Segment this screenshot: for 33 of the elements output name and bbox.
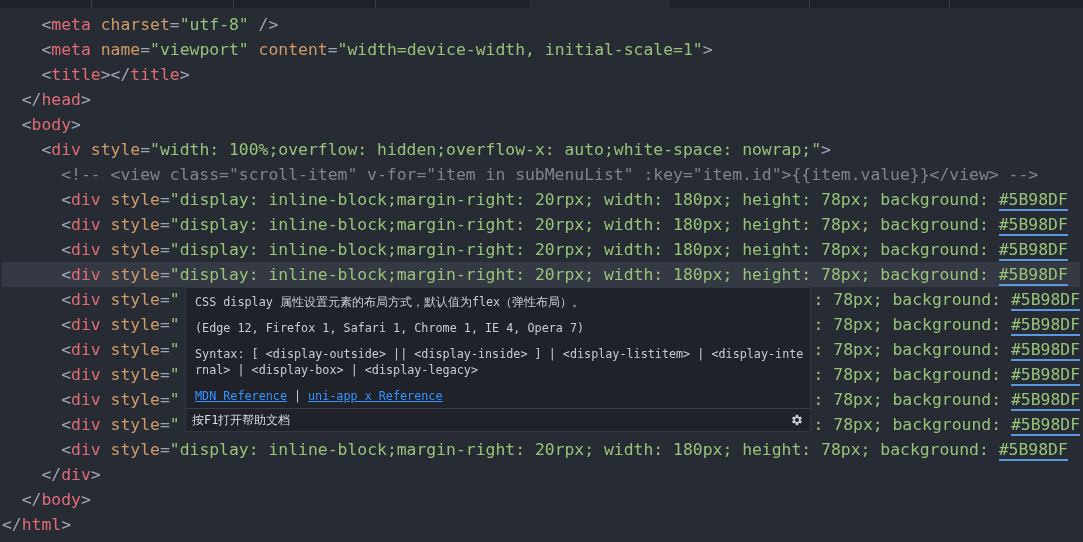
browser-compatibility: (Edge 12, Firefox 1, Safari 1, Chrome 1, IE 4, Opera 7) — [195, 320, 586, 336]
code-line: <div style="display: inline-block;margin-right: 20rpx; width: 180px; height: 78px; background: #5B98DF — [60, 439, 1068, 462]
code-fragment: : 78px; background: #5B98DF — [813, 389, 1080, 412]
code-line: </head> — [20, 89, 91, 111]
help-hint: 按F1打开帮助文档 — [192, 411, 291, 429]
tooltip-description: CSS display 属性设置元素的布局方式，默认值为flex（弹性布局）。 — [195, 294, 586, 310]
reference-link[interactable]: uni-app x Reference — [308, 388, 443, 404]
code-line: <meta name="viewport" content="width=device-width, initial-scale=1"> — [40, 39, 713, 61]
code-line: </body> — [20, 489, 91, 511]
code-fragment: <div style=" — [60, 314, 180, 336]
syntax-text: Syntax: [ <display-outside> || <display-inside> ] | <display-listitem> | <display-internal> | <display-box> | <display-legacy> — [195, 346, 805, 378]
reference-link[interactable]: MDN Reference — [195, 388, 287, 404]
link-separator: | — [293, 388, 302, 404]
code-line: <body> — [20, 114, 81, 136]
code-fragment: : 78px; background: #5B98DF — [813, 414, 1080, 437]
code-line: <div style="width: 100%;overflow: hidden;overflow-x: auto;white-space: nowrap;"> — [40, 139, 831, 161]
code-fragment: <div style=" — [60, 414, 180, 436]
code-line: </div> — [40, 464, 101, 486]
code-fragment: : 78px; background: #5B98DF — [813, 364, 1080, 387]
code-line: </html> — [2, 514, 72, 536]
code-fragment: <div style=" — [60, 339, 180, 361]
code-fragment: <div style=" — [60, 364, 180, 386]
code-fragment: : 78px; background: #5B98DF — [813, 289, 1080, 312]
code-line: <title></title> — [40, 64, 190, 86]
settings-icon[interactable] — [790, 413, 804, 427]
code-line: <!-- <view class="scroll-item" v-for="item in subMenuList" :key="item.id">{{item.value}}</view> --> — [60, 164, 1039, 186]
code-line: <meta charset="utf-8" /> — [40, 14, 279, 36]
code-line: <div style="display: inline-block;margin-right: 20rpx; width: 180px; height: 78px; background: #5B98DF — [60, 189, 1068, 212]
code-fragment: : 78px; background: #5B98DF — [813, 339, 1080, 362]
code-fragment: <div style=" — [60, 289, 180, 311]
code-fragment: <div style=" — [60, 389, 180, 411]
code-fragment: : 78px; background: #5B98DF — [813, 314, 1080, 337]
code-line: <div style="display: inline-block;margin-right: 20rpx; width: 180px; height: 78px; background: #5B98DF — [60, 214, 1068, 237]
